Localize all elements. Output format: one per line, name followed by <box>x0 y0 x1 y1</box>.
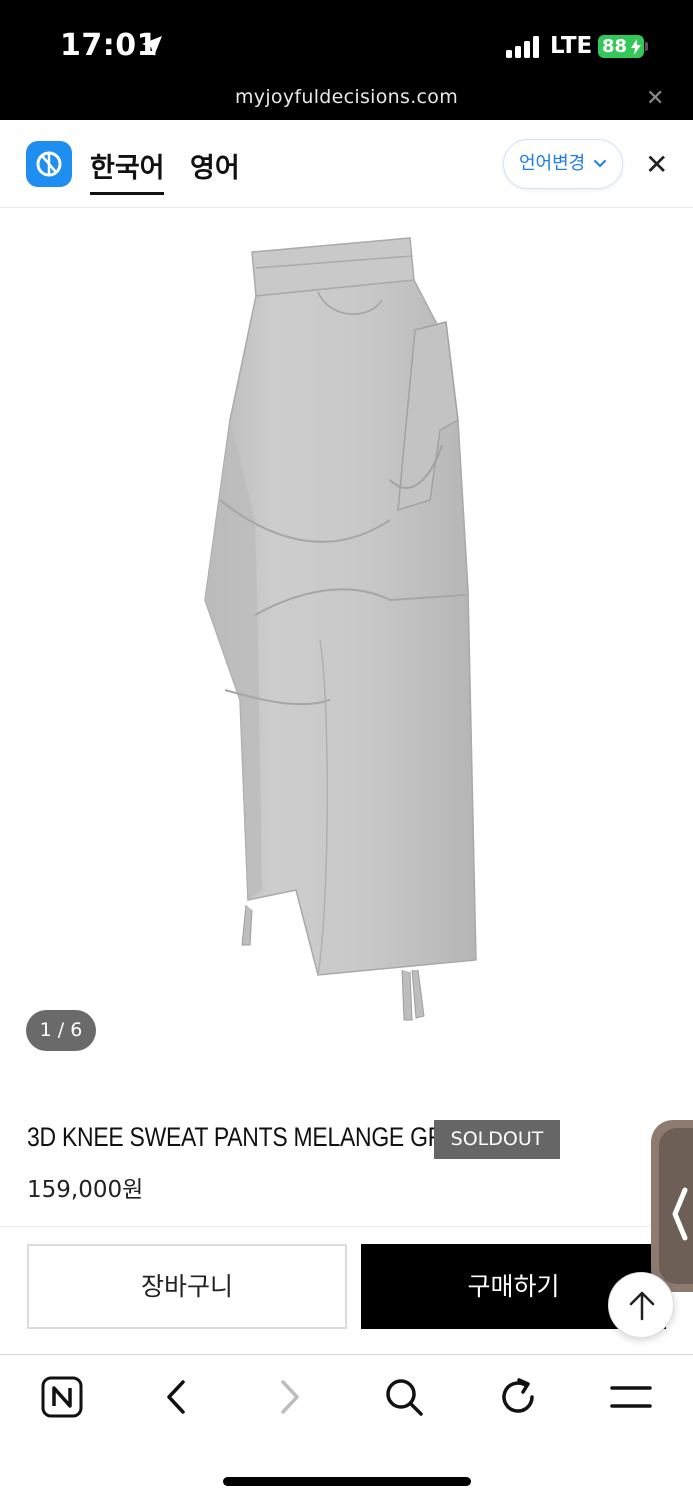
naver-home-icon[interactable] <box>39 1374 85 1420</box>
forward-icon[interactable] <box>267 1374 313 1420</box>
translate-logo-icon <box>26 141 72 187</box>
battery-cap <box>645 42 648 51</box>
translate-bar: 한국어 영어 언어변경 ✕ <box>0 120 693 208</box>
side-handle-inner <box>659 1128 693 1284</box>
tab-english[interactable]: 영어 <box>190 146 240 185</box>
chevron-down-icon <box>593 160 606 168</box>
status-badge: SOLDOUT <box>434 1120 560 1159</box>
side-panel-handle[interactable] <box>651 1120 693 1292</box>
search-icon[interactable] <box>381 1374 427 1420</box>
product-price: 159,000원 <box>27 1177 144 1203</box>
scroll-top-button[interactable] <box>608 1272 674 1338</box>
home-indicator <box>223 1477 471 1486</box>
charging-bolt-icon <box>631 39 641 55</box>
menu-icon[interactable] <box>608 1374 654 1420</box>
product-title: 3D KNEE SWEAT PANTS MELANGE GREY <box>27 1122 475 1152</box>
battery-level: 88 <box>602 36 628 57</box>
translate-close-icon[interactable]: ✕ <box>645 148 668 181</box>
add-to-cart-button[interactable]: 장바구니 <box>27 1244 347 1329</box>
sweat-pants-image <box>204 237 477 1021</box>
reload-icon[interactable] <box>495 1374 541 1420</box>
url-text[interactable]: myjoyfuldecisions.com <box>0 86 693 108</box>
arrow-up-icon <box>629 1291 655 1321</box>
product-image[interactable] <box>0 208 693 1078</box>
status-bar: 17:01 LTE 88 <box>0 0 693 80</box>
active-tab-underline <box>90 192 164 195</box>
close-icon[interactable]: ✕ <box>646 86 664 111</box>
image-counter: 1 / 6 <box>26 1010 96 1051</box>
location-arrow-icon <box>142 36 162 56</box>
tab-korean[interactable]: 한국어 <box>90 146 165 185</box>
change-language-button[interactable]: 언어변경 <box>503 139 623 189</box>
back-icon[interactable] <box>153 1374 199 1420</box>
signal-icon <box>506 36 539 58</box>
url-bar[interactable]: myjoyfuldecisions.com ✕ <box>0 80 693 120</box>
chevron-left-icon <box>672 1187 688 1241</box>
change-language-label: 언어변경 <box>519 153 586 174</box>
network-type: LTE <box>550 33 593 59</box>
